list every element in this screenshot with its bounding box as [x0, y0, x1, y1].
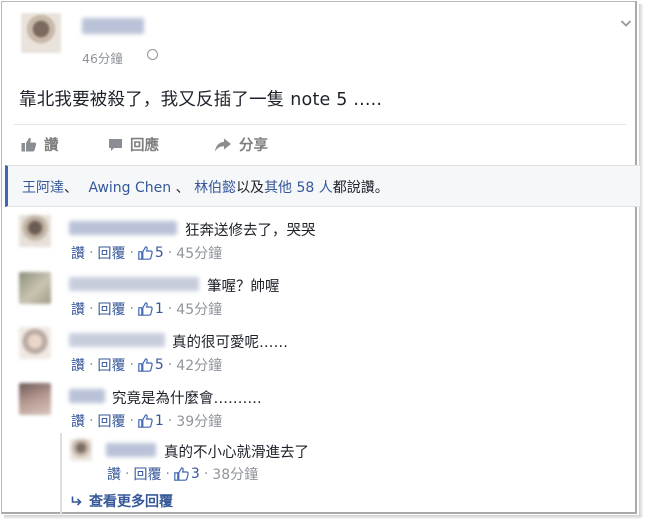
- commenter-name[interactable]: [69, 333, 165, 347]
- meta-separator: ·: [129, 357, 134, 373]
- meta-separator: ·: [129, 245, 134, 261]
- reply-time[interactable]: 38分鐘: [212, 464, 258, 484]
- commenter-avatar[interactable]: [19, 383, 51, 415]
- comment-label: 回應: [130, 138, 159, 154]
- post-body: 靠北我要被殺了，我又反插了一隻 note 5 .....: [19, 90, 383, 110]
- comment-time[interactable]: 42分鐘: [176, 355, 222, 375]
- meta-separator: ·: [89, 357, 94, 373]
- comment-like-link[interactable]: 讚: [71, 355, 85, 375]
- meta-separator: ·: [165, 466, 170, 482]
- reply-thread-line: [60, 433, 62, 517]
- share-button[interactable]: 分享: [214, 134, 268, 155]
- reply-reply-link[interactable]: 回覆: [133, 464, 161, 484]
- comment-reply-link[interactable]: 回覆: [97, 411, 125, 431]
- comment-reply-link[interactable]: 回覆: [97, 355, 125, 375]
- likes-separator: 、: [171, 180, 190, 196]
- likes-and: 以及: [236, 180, 265, 196]
- frame-shadow-right: [639, 4, 643, 517]
- author-name[interactable]: [82, 18, 144, 34]
- replier-avatar[interactable]: [70, 439, 92, 461]
- meta-separator: ·: [203, 466, 209, 482]
- view-more-replies-label: 查看更多回覆: [89, 494, 173, 510]
- comment-meta: 讚 · 回覆 · 5 · 42分鐘: [71, 355, 222, 375]
- meta-separator: ·: [89, 301, 94, 317]
- comment-time[interactable]: 45分鐘: [176, 243, 222, 263]
- liker-link[interactable]: 王阿達: [22, 180, 64, 196]
- reply-arrow-icon: [71, 496, 82, 506]
- thumb-up-icon: [138, 358, 153, 372]
- liker-link[interactable]: 林伯懿: [194, 180, 236, 196]
- comment-like-link[interactable]: 讚: [71, 411, 85, 431]
- reply-like-link[interactable]: 讚: [107, 464, 121, 484]
- thumb-up-icon: [138, 302, 153, 316]
- comment-button[interactable]: 回應: [108, 134, 159, 155]
- comment-reply-link[interactable]: 回覆: [97, 299, 125, 319]
- thumb-up-icon: [21, 137, 37, 152]
- meta-separator: ·: [129, 301, 134, 317]
- comment-like-link[interactable]: 讚: [71, 243, 85, 263]
- reply-meta: 讚 · 回覆 · 3 · 38分鐘: [107, 464, 258, 484]
- divider: [14, 124, 626, 125]
- comment-like-count[interactable]: 1: [155, 301, 164, 317]
- comment-like-count[interactable]: 1: [155, 413, 164, 429]
- commenter-name[interactable]: [69, 277, 199, 291]
- meta-separator: ·: [167, 245, 173, 261]
- post-card: 46分鐘 靠北我要被殺了，我又反插了一隻 note 5 ..... 讚 回應 分…: [1, 1, 640, 517]
- meta-separator: ·: [167, 357, 173, 373]
- meta-separator: ·: [167, 413, 173, 429]
- thumb-up-icon: [138, 246, 153, 260]
- commenter-name[interactable]: [69, 221, 177, 235]
- comment-meta: 讚 · 回覆 · 1 · 45分鐘: [71, 299, 222, 319]
- comment-text: 筆喔？帥喔: [207, 279, 280, 295]
- commenter-avatar[interactable]: [19, 215, 51, 247]
- comment-time[interactable]: 45分鐘: [176, 299, 222, 319]
- post-timestamp[interactable]: 46分鐘: [82, 48, 123, 67]
- reply-text: 真的不小心就滑進去了: [164, 445, 309, 461]
- likes-summary: 王阿達、 Awing Chen 、 林伯懿以及其他 58 人都說讚。: [5, 165, 640, 207]
- chevron-down-icon[interactable]: [620, 17, 632, 29]
- meta-separator: ·: [89, 245, 94, 261]
- comment-text: 狂奔送修去了，哭哭: [185, 223, 316, 239]
- author-avatar[interactable]: [21, 13, 61, 53]
- reply-like-count[interactable]: 3: [191, 466, 200, 482]
- liker-link[interactable]: Awing Chen: [88, 180, 171, 196]
- thumb-up-icon: [138, 414, 153, 428]
- comment-text: 真的很可愛呢……: [172, 335, 288, 351]
- globe-icon: [147, 49, 158, 60]
- comment-like-count[interactable]: 5: [155, 357, 164, 373]
- meta-separator: ·: [89, 413, 94, 429]
- view-more-replies-link[interactable]: 查看更多回覆: [71, 491, 173, 511]
- comment-meta: 讚 · 回覆 · 5 · 45分鐘: [71, 243, 222, 263]
- likes-sentence: 王阿達、 Awing Chen 、 林伯懿以及其他 58 人都說讚。: [22, 177, 389, 197]
- meta-separator: ·: [167, 301, 173, 317]
- likes-separator: 、: [64, 180, 78, 196]
- like-label: 讚: [44, 138, 59, 154]
- others-link[interactable]: 其他 58 人: [264, 180, 333, 196]
- meta-separator: ·: [129, 413, 134, 429]
- commenter-avatar[interactable]: [19, 272, 51, 304]
- frame-shadow-bottom: [4, 515, 641, 519]
- comment-like-count[interactable]: 5: [155, 245, 164, 261]
- comment-reply-link[interactable]: 回覆: [97, 243, 125, 263]
- thumb-up-icon: [174, 467, 189, 481]
- share-arrow-icon: [215, 138, 231, 151]
- like-button[interactable]: 讚: [21, 134, 59, 155]
- likes-suffix: 都說讚。: [332, 180, 389, 196]
- comment-meta: 讚 · 回覆 · 1 · 39分鐘: [71, 411, 222, 431]
- share-label: 分享: [239, 138, 268, 154]
- commenter-name[interactable]: [69, 389, 105, 403]
- comment-text: 究竟是為什麼會……….: [112, 391, 262, 407]
- comment-like-link[interactable]: 讚: [71, 299, 85, 319]
- comment-icon: [109, 138, 122, 151]
- replier-name[interactable]: [106, 443, 156, 457]
- comment-time[interactable]: 39分鐘: [176, 411, 222, 431]
- commenter-avatar[interactable]: [19, 327, 51, 359]
- meta-separator: ·: [125, 466, 130, 482]
